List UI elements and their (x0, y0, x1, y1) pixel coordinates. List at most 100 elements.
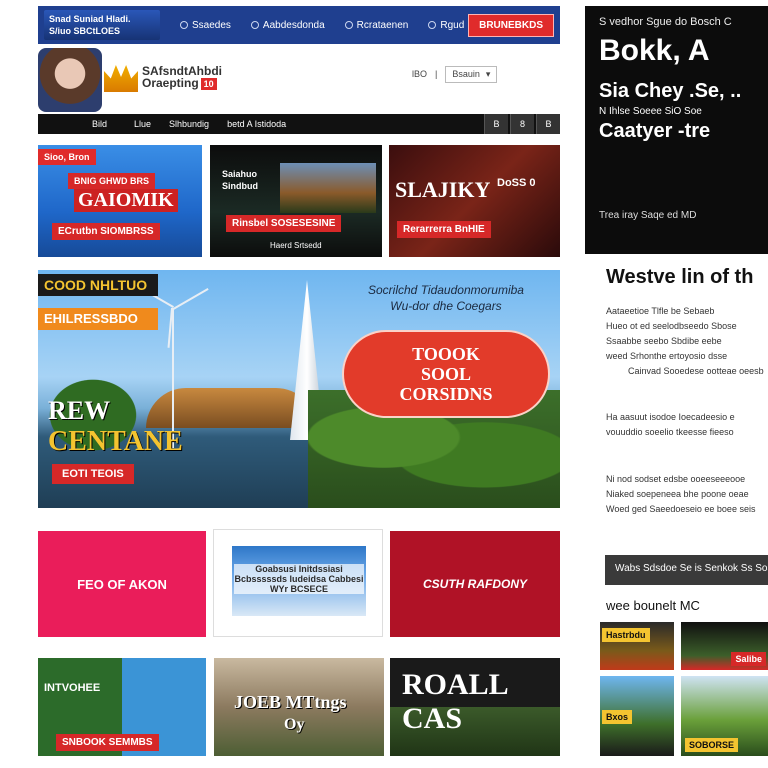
sidebar-subtitle: wee bounelt MC (606, 598, 700, 613)
sidebar-thumb-3[interactable]: Bxos (600, 676, 674, 756)
subnav-item-2[interactable]: Slhbundig (169, 119, 209, 129)
tile-subtitle: GAIOMIK (74, 189, 178, 212)
logo-line-2: Oraepting 10 (142, 77, 222, 90)
paragraph-3: Ni nod sodset edsbe ooeeseeeooe Niaked s… (606, 472, 768, 517)
promo-tile-2[interactable]: Saiahuo Sindbud Rinsbel SOSESESINE Haerd… (210, 145, 382, 257)
sidebar-thumb-4[interactable]: SOBORSE (681, 676, 768, 756)
tile-title: BNIG GHWD BRS (68, 173, 155, 189)
sub-navbar: Bild Llue Slhbundig betd A Istidoda B 8 … (38, 114, 560, 134)
site-logo[interactable]: SAfsndtAhbdi Oraepting 10 (104, 60, 254, 94)
paragraph-line: Niaked soepeneea bhe poone oeae (606, 489, 749, 499)
paragraph-line: weed Srhonthe ertoyosio dsse (606, 351, 728, 361)
section-title: Westve lin of th (606, 266, 754, 288)
tile-tag: Saiahuo (222, 169, 258, 179)
hero-turbine-blade (173, 288, 209, 310)
promo-tile-1[interactable]: Sioo, Bron BNIG GHWD BRS GAIOMIK ECrutbn… (38, 145, 202, 257)
thumb-label: Hastrbdu (602, 628, 650, 642)
promo-tile-6[interactable]: CSUTH RAFDONY (390, 531, 560, 637)
tile-bar: SNBOOK SEMMBS (56, 734, 159, 751)
tile-bar: Rerarrerra BnHIE (397, 221, 491, 238)
tile-bar: ECrutbn SIOMBRSS (52, 223, 160, 240)
brand-line-1: Snad Suniad Hladi. (49, 14, 131, 24)
search-label[interactable]: lBO (412, 69, 427, 79)
feature-heading: Bokk, A (599, 34, 710, 67)
divider-icon: | (435, 69, 438, 79)
subnav-button-2[interactable]: 8 (510, 114, 534, 134)
hero-headline-line-1: Socrilchd Tidaudonmorumiba (368, 283, 524, 297)
paragraph-line: vouuddio soeelio tkeesse fieeso (606, 427, 734, 437)
sidebar-thumb-2[interactable]: Salibe (681, 622, 768, 670)
thumb-label: SOBORSE (685, 738, 739, 752)
tile-title: FEO OF AKON (77, 576, 167, 592)
hero-cta-pill[interactable]: TOOOK SOOL CORSIDNS (342, 330, 550, 418)
thumb-label: Salibe (731, 652, 766, 666)
tile-footer: Haerd Srtsedd (270, 241, 322, 250)
promo-tile-7[interactable]: INTVOHEE SNBOOK SEMMBS (38, 658, 206, 756)
sidebar-thumb-1[interactable]: Hastrbdu (600, 622, 674, 670)
hero-label-2: EHILRESSBDO (38, 308, 158, 330)
header-select[interactable]: Bsauin ▾ (445, 65, 498, 83)
feature-subheading-2: Caatyer -tre (599, 120, 711, 142)
sidebar-banner[interactable]: Wabs Sdsdoe Se is Senkok Ss Soak (605, 555, 768, 585)
nav-link-label: Ssaedes (192, 19, 231, 31)
select-value: Bsauin (452, 68, 480, 79)
logo-line-2-text: Oraepting (142, 75, 199, 90)
nav-link-4[interactable]: Rgud (428, 20, 464, 31)
tile-line: Sindbud (222, 181, 258, 191)
feature-caption: N Ihlse Soeee SiO Soe (599, 106, 702, 117)
site-header: SAfsndtAhbdi Oraepting 10 lBO | Bsauin ▾ (38, 46, 560, 114)
nav-link-1[interactable]: Ssaedes (180, 20, 231, 31)
nav-link-label: Rcrataenen (356, 19, 409, 31)
promo-tile-3[interactable]: SLAJIKY DoSS 0 Rerarrerra BnHIE (389, 145, 560, 257)
tile-text: Goabsusi Initdssiasi Bcbsssssds ludeidsa… (234, 564, 364, 594)
subnav-button-1[interactable]: B (484, 114, 508, 134)
hero-cta-button[interactable]: EOTI TEOIS (52, 464, 134, 484)
feature-top-line: S vedhor Sgue do Bosch C (599, 16, 732, 28)
nav-link-label: Aabdesdonda (262, 19, 325, 31)
promo-tile-9[interactable]: ROALL CAS (390, 658, 560, 756)
hero-new-text: REW (48, 396, 111, 425)
feature-box[interactable]: S vedhor Sgue do Bosch C Bokk, A Sia Che… (585, 6, 768, 254)
nav-cta-button[interactable]: BRUNEBKDS (468, 13, 554, 37)
tile-title: ROALL CAS (402, 668, 508, 735)
pill-line-2: SOOL (420, 364, 472, 384)
tile-photo (280, 163, 376, 213)
top-navbar: Snad Suniad Hladi. S/iuo SBCtLOES Ssaede… (38, 6, 560, 44)
hero-banner[interactable]: COOD NHLTUO EHILRESSBDO Socrilchd Tidaud… (38, 270, 560, 508)
paragraph-1: Aataeetioe Tlfle be Sebaeb Hueo ot ed se… (606, 304, 768, 379)
circle-icon (180, 21, 188, 29)
pill-line-1: TOOOK (412, 344, 480, 364)
site-brand[interactable]: Snad Suniad Hladi. S/iuo SBCtLOES (44, 10, 160, 40)
header-search: lBO | Bsauin ▾ (412, 64, 552, 84)
nav-link-2[interactable]: Aabdesdonda (250, 19, 325, 31)
subnav-buttons: B 8 B (484, 114, 560, 134)
hero-label-1: COOD NHLTUO (38, 274, 158, 296)
paragraph-line: Ssaabbe seebo Sbdibe eebe (606, 336, 722, 346)
subnav-item-1[interactable]: Llue (134, 119, 151, 129)
circle-icon (344, 21, 353, 29)
feature-footer: Trea iray Saqe ed MD (599, 210, 697, 221)
tile-bar: Rinsbel SOSESESINE (226, 215, 342, 232)
paragraph-2: Ha aasuut isodoe Ioecadeesio e vouuddio … (606, 410, 768, 440)
hero-headline-line-2: Wu-dor dhe Coegars (390, 299, 502, 313)
paragraph-line: Cainvad Sooedese ootteae oeesb (628, 366, 764, 376)
circle-icon (428, 21, 437, 29)
tile-title: SLAJIKY (395, 177, 491, 202)
brand-line-2: S/iuo SBCtLOES (49, 26, 121, 36)
paragraph-line: Aataeetioe Tlfle be Sebaeb (606, 306, 715, 316)
promo-tile-8[interactable]: JOEB MTtngs Oy (214, 658, 384, 756)
avatar[interactable] (38, 48, 102, 112)
paragraph-line: Ha aasuut isodoe Ioecadeesio e (606, 412, 735, 422)
promo-tile-4[interactable]: FEO OF AKON (38, 531, 206, 637)
pill-line-3: CORSIDNS (399, 384, 493, 404)
promo-tile-5[interactable]: Goabsusi Initdssiasi Bcbsssssds ludeidsa… (213, 529, 383, 637)
paragraph-line: Ni nod sodset edsbe ooeeseeeooe (606, 474, 746, 484)
subnav-item-3[interactable]: betd A Istidoda (227, 119, 286, 129)
nav-link-3[interactable]: Rcrataenen (344, 19, 409, 31)
circle-icon (250, 21, 259, 29)
hero-headline: Socrilchd Tidaudonmorumiba Wu-dor dhe Co… (346, 282, 546, 314)
paragraph-line: Woed ged Saeedoeseio ee boee seis (606, 504, 756, 514)
tile-sub: Oy (284, 716, 305, 733)
subnav-button-3[interactable]: B (536, 114, 560, 134)
nav-link-label: Rgud (440, 19, 465, 31)
